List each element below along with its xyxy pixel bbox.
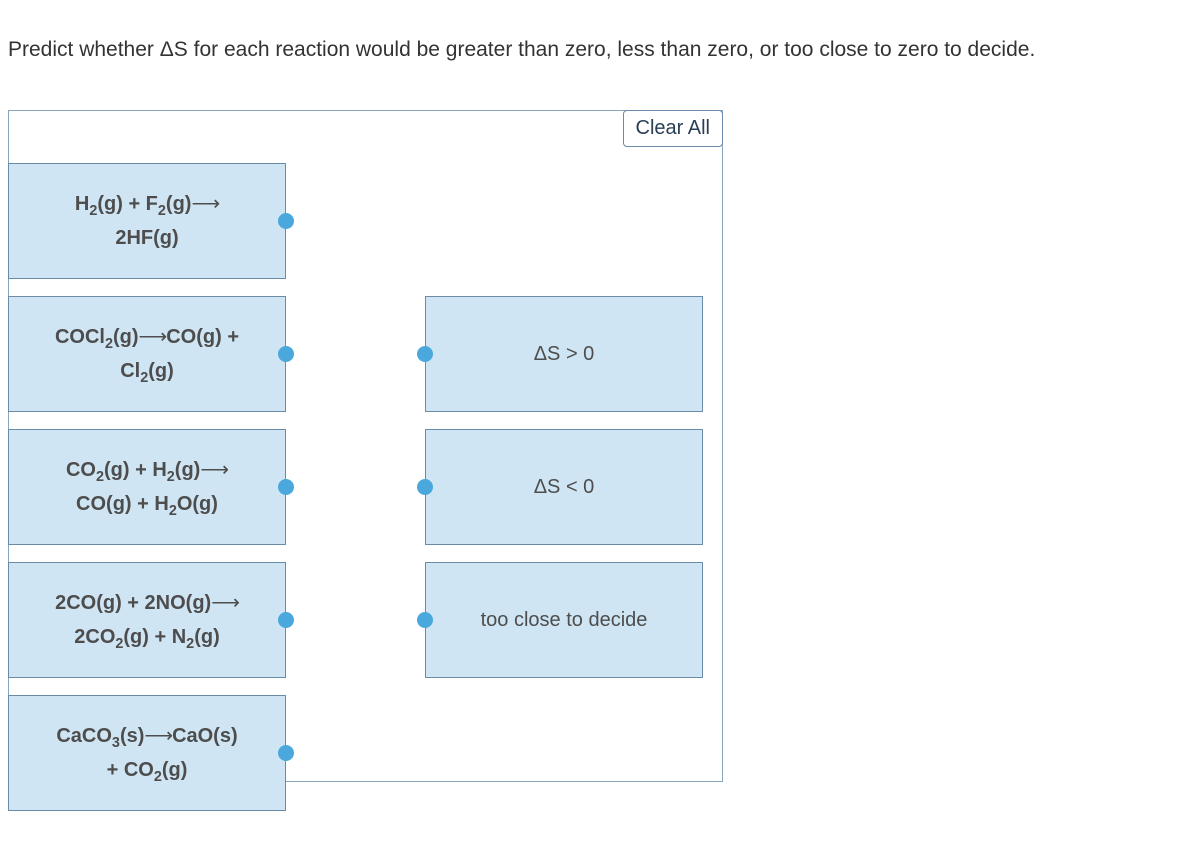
target-label: too close to decide xyxy=(481,609,648,632)
prompt-text-pre: Predict whether xyxy=(8,38,160,61)
drag-handle-right[interactable] xyxy=(278,346,294,362)
drag-drop-panel: Clear All H2(g) + F2(g)⟶2HF(g) COCl2(g)⟶… xyxy=(8,110,723,782)
reaction-equation: CaCO3(s)⟶CaO(s)+ CO2(g) xyxy=(56,719,237,787)
delta-symbol: Δ xyxy=(160,38,174,61)
reaction-equation: COCl2(g)⟶CO(g) +Cl2(g) xyxy=(55,320,239,388)
prompt-text-post: S for each reaction would be greater tha… xyxy=(174,38,1036,61)
drag-handle-right[interactable] xyxy=(278,479,294,495)
clear-all-button[interactable]: Clear All xyxy=(623,110,723,147)
drag-handle-left[interactable] xyxy=(417,612,433,628)
reaction-equation: CO2(g) + H2(g)⟶CO(g) + H2O(g) xyxy=(66,453,228,521)
target-greater-than-zero[interactable]: ΔS > 0 xyxy=(425,296,703,412)
question-prompt: Predict whether ΔS for each reaction wou… xyxy=(0,0,1200,62)
drag-handle-right[interactable] xyxy=(278,612,294,628)
drag-handle-left[interactable] xyxy=(417,346,433,362)
target-label: ΔS > 0 xyxy=(534,343,595,366)
reaction-equation: 2CO(g) + 2NO(g)⟶2CO2(g) + N2(g) xyxy=(55,586,239,654)
reaction-item-2[interactable]: COCl2(g)⟶CO(g) +Cl2(g) xyxy=(8,296,286,412)
drag-handle-right[interactable] xyxy=(278,213,294,229)
reaction-item-3[interactable]: CO2(g) + H2(g)⟶CO(g) + H2O(g) xyxy=(8,429,286,545)
target-less-than-zero[interactable]: ΔS < 0 xyxy=(425,429,703,545)
drag-handle-left[interactable] xyxy=(417,479,433,495)
reaction-item-4[interactable]: 2CO(g) + 2NO(g)⟶2CO2(g) + N2(g) xyxy=(8,562,286,678)
reaction-item-5[interactable]: CaCO3(s)⟶CaO(s)+ CO2(g) xyxy=(8,695,286,811)
target-label: ΔS < 0 xyxy=(534,476,595,499)
reaction-equation: H2(g) + F2(g)⟶2HF(g) xyxy=(75,187,219,255)
drag-handle-right[interactable] xyxy=(278,745,294,761)
target-too-close[interactable]: too close to decide xyxy=(425,562,703,678)
reaction-item-1[interactable]: H2(g) + F2(g)⟶2HF(g) xyxy=(8,163,286,279)
